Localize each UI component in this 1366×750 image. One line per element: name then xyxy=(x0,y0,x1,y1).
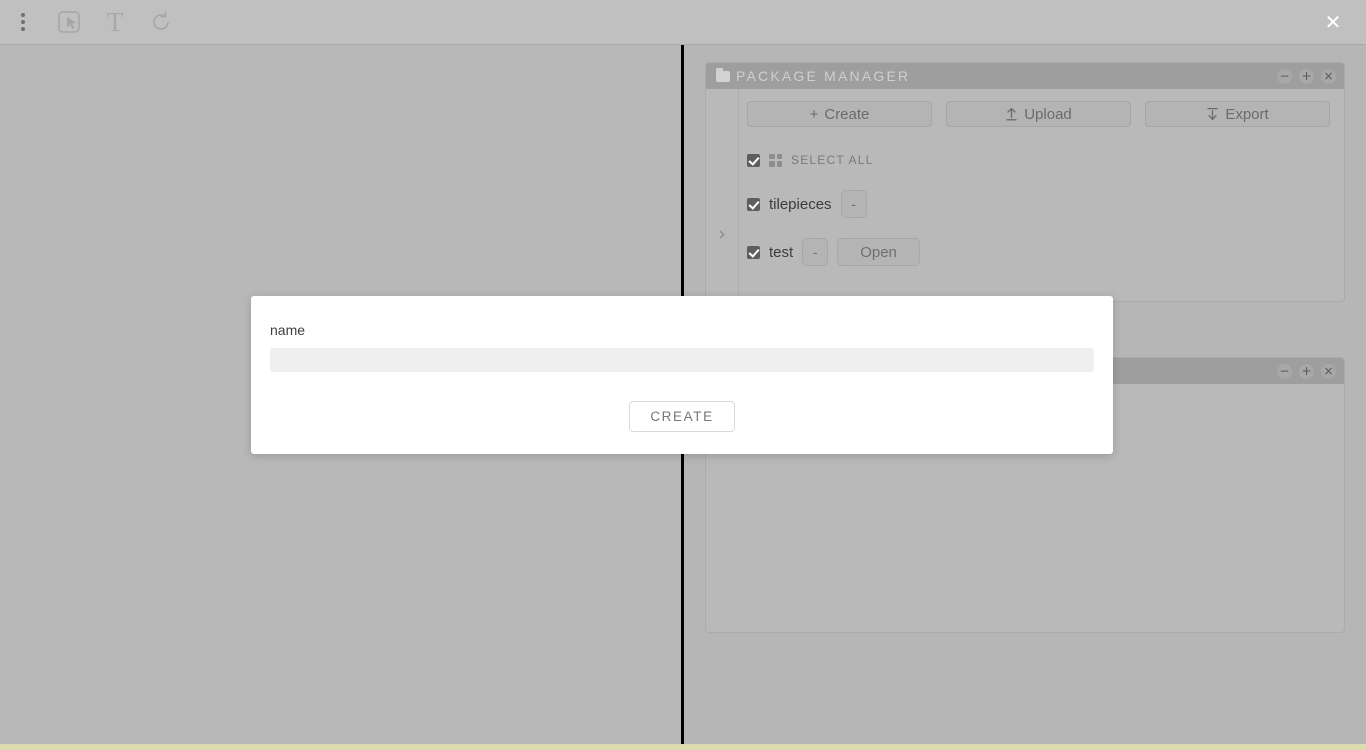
item-checkbox[interactable] xyxy=(747,245,760,259)
create-package-dialog: name CREATE xyxy=(251,296,1113,454)
create-package-button[interactable]: + Create xyxy=(747,101,932,127)
text-tool-label: T xyxy=(106,6,124,37)
plus-icon: + xyxy=(809,105,819,123)
application-window: T ✕ PACKAGE MANAGER − + × › + Create Upl… xyxy=(0,0,1366,750)
item-label: tilepieces xyxy=(769,195,832,213)
name-input[interactable] xyxy=(270,348,1094,372)
panel-header[interactable]: PACKAGE MANAGER − + × xyxy=(706,63,1344,89)
folder-icon xyxy=(716,67,730,82)
dot xyxy=(21,13,25,17)
more-vertical-icon[interactable] xyxy=(0,0,46,45)
window-close-button[interactable]: ✕ xyxy=(1322,11,1344,33)
bottom-status-strip xyxy=(0,744,1366,750)
create-confirm-button[interactable]: CREATE xyxy=(629,401,735,432)
panel-minimize-button[interactable]: − xyxy=(1277,68,1292,84)
panel-maximize-button[interactable]: + xyxy=(1299,363,1314,379)
panel-content: + Create Upload Export SELECT ALL tilepi… xyxy=(739,89,1344,301)
select-all-checkbox[interactable] xyxy=(747,153,760,167)
panel-title: PACKAGE MANAGER xyxy=(736,68,911,84)
export-button-label: Export xyxy=(1225,105,1269,123)
panel-close-button[interactable]: × xyxy=(1321,363,1336,379)
name-field-label: name xyxy=(270,322,306,338)
create-button-label: Create xyxy=(824,105,870,123)
download-arrow-icon xyxy=(1206,107,1219,121)
upload-arrow-icon xyxy=(1005,107,1018,121)
collapse-button[interactable]: - xyxy=(840,190,867,218)
package-list: SELECT ALL tilepieces - test - Open xyxy=(747,149,1330,267)
dot xyxy=(21,27,25,31)
dialog-actions: CREATE xyxy=(270,401,1094,432)
text-tool-icon[interactable]: T xyxy=(92,0,138,45)
panel-gutter: › xyxy=(706,89,739,301)
item-checkbox[interactable] xyxy=(747,197,760,211)
select-cursor-icon[interactable] xyxy=(46,0,92,45)
upload-button-label: Upload xyxy=(1024,105,1072,123)
list-item[interactable]: tilepieces - xyxy=(747,189,1330,219)
dot xyxy=(21,20,25,24)
expand-chevron-icon[interactable]: › xyxy=(718,225,726,244)
panel-minimize-button[interactable]: − xyxy=(1277,363,1292,379)
upload-package-button[interactable]: Upload xyxy=(946,101,1131,127)
panel-window-controls: − + × xyxy=(1277,68,1336,84)
action-button-row: + Create Upload Export xyxy=(747,101,1330,127)
panel-maximize-button[interactable]: + xyxy=(1299,68,1314,84)
refresh-icon[interactable] xyxy=(138,0,184,45)
select-all-row[interactable]: SELECT ALL xyxy=(747,149,1330,171)
collapse-button[interactable]: - xyxy=(802,238,829,266)
select-all-label: SELECT ALL xyxy=(791,153,874,167)
open-button[interactable]: Open xyxy=(837,238,920,266)
panel-window-controls: − + × xyxy=(1277,363,1336,379)
panel-close-button[interactable]: × xyxy=(1321,68,1336,84)
package-manager-panel: PACKAGE MANAGER − + × › + Create Upload … xyxy=(705,62,1345,302)
grid-icon xyxy=(769,153,782,167)
more-vertical-dots xyxy=(21,13,25,31)
item-label: test xyxy=(769,243,794,261)
panel-body: › + Create Upload Export SELECT ALL tile… xyxy=(706,89,1344,301)
export-package-button[interactable]: Export xyxy=(1145,101,1330,127)
top-toolbar: T ✕ xyxy=(0,0,1366,45)
list-item[interactable]: test - Open xyxy=(747,237,1330,267)
